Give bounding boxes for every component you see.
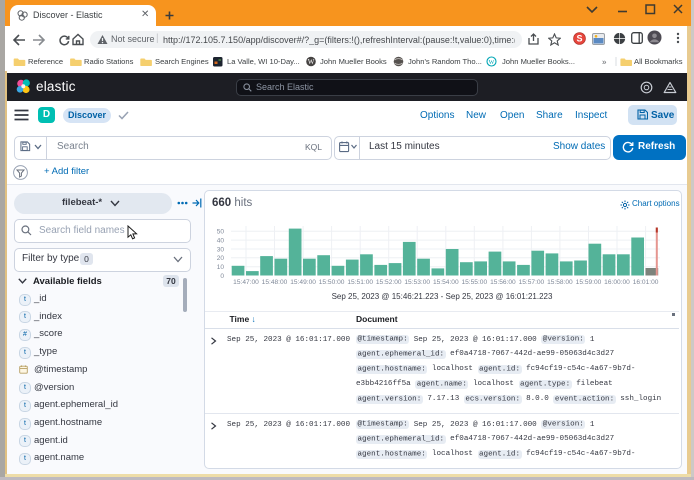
svg-text:W: W — [308, 58, 315, 66]
svg-text:0: 0 — [220, 273, 224, 280]
svg-text:20: 20 — [217, 255, 225, 262]
svg-text:10: 10 — [217, 264, 225, 271]
svg-text:15:47:00: 15:47:00 — [233, 279, 259, 286]
svg-text:S: S — [576, 34, 582, 44]
svg-text:15:52:00: 15:52:00 — [376, 279, 402, 286]
svg-text:15:54:00: 15:54:00 — [433, 279, 459, 286]
svg-text:15:50:00: 15:50:00 — [319, 279, 345, 286]
svg-text:40: 40 — [217, 238, 225, 245]
svg-text:30: 30 — [217, 246, 225, 253]
svg-text:16:01:00: 16:01:00 — [633, 279, 659, 286]
svg-text:15:49:00: 15:49:00 — [290, 279, 316, 286]
svg-text:15:55:00: 15:55:00 — [461, 279, 487, 286]
svg-text:15:59:00: 15:59:00 — [576, 279, 602, 286]
svg-text:15:58:00: 15:58:00 — [547, 279, 573, 286]
svg-text:15:53:00: 15:53:00 — [404, 279, 430, 286]
svg-text:»: » — [602, 58, 607, 67]
svg-text:W: W — [489, 60, 495, 66]
svg-text:15:56:00: 15:56:00 — [490, 279, 516, 286]
svg-text:15:51:00: 15:51:00 — [347, 279, 373, 286]
svg-text:16:00:00: 16:00:00 — [604, 279, 630, 286]
svg-text:50: 50 — [217, 229, 225, 236]
svg-text:15:48:00: 15:48:00 — [262, 279, 288, 286]
svg-text:15:57:00: 15:57:00 — [519, 279, 545, 286]
